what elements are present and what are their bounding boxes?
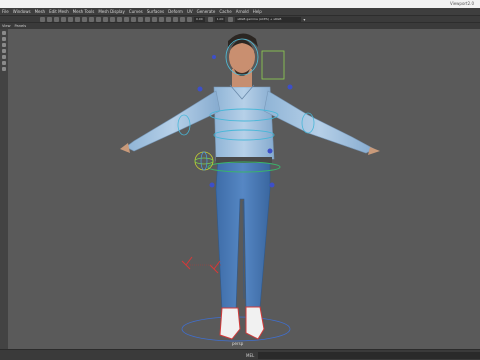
panel-menu-panels[interactable]: Panels [15, 24, 27, 28]
menu-mesh[interactable]: Mesh [35, 9, 46, 14]
elbow-r-control[interactable] [267, 148, 273, 154]
layout-icon[interactable] [2, 67, 6, 71]
scale-tool-icon[interactable] [2, 61, 6, 65]
color-management-icon[interactable] [228, 16, 234, 22]
menu-cache[interactable]: Cache [219, 9, 231, 14]
grid-icon[interactable] [68, 16, 73, 22]
tool-box [0, 29, 8, 349]
viewport-scene: persp [120, 33, 380, 346]
gimbal-control[interactable] [194, 151, 214, 171]
wireframe-icon[interactable] [110, 16, 115, 22]
right-ik-control[interactable] [209, 260, 221, 274]
menu-surfaces[interactable]: Surfaces [147, 9, 164, 14]
menu-windows[interactable]: Windows [13, 9, 31, 14]
dof-icon[interactable] [180, 16, 185, 22]
character-legs [215, 158, 271, 310]
shoulder-l-control[interactable] [197, 86, 203, 92]
shoulder-r-control[interactable] [287, 84, 293, 90]
lock-camera-icon[interactable] [47, 16, 52, 22]
bookmark-icon[interactable] [54, 16, 59, 22]
ground-label: persp [232, 341, 244, 346]
menu-curves[interactable]: Curves [129, 9, 143, 14]
shadows-icon[interactable] [138, 16, 143, 22]
lasso-tool-icon[interactable] [2, 37, 6, 41]
character-head [228, 33, 258, 87]
menu-edit-mesh[interactable]: Edit Mesh [49, 9, 69, 14]
smooth-shade-icon[interactable] [117, 16, 122, 22]
image-plane-icon[interactable] [61, 16, 66, 22]
command-language-label[interactable]: MEL [246, 353, 254, 358]
menu-uv[interactable]: UV [187, 9, 193, 14]
view-transform-select[interactable]: sRGB gamma (ACES) + sRGB [235, 16, 302, 22]
title-right-text: Viewport2.0 [449, 1, 474, 6]
film-gate-icon[interactable] [75, 16, 80, 22]
character-shoes [219, 306, 265, 340]
neck-control[interactable] [212, 55, 216, 59]
isolate-select-icon[interactable] [159, 16, 164, 22]
title-bar: Viewport2.0 [0, 0, 480, 8]
hip-r-control[interactable] [269, 182, 275, 188]
help-line: MEL [0, 349, 480, 360]
select-camera-icon[interactable] [40, 16, 45, 22]
menu-mesh-tools[interactable]: Mesh Tools [73, 9, 95, 14]
paint-select-icon[interactable] [2, 43, 6, 47]
panel-menu-view[interactable]: View [2, 24, 11, 28]
gate-mask-icon[interactable] [89, 16, 94, 22]
safe-action-icon[interactable] [103, 16, 108, 22]
ambient-occlusion-icon[interactable] [166, 16, 171, 22]
xray-icon[interactable] [145, 16, 150, 22]
resolution-gate-icon[interactable] [82, 16, 87, 22]
3d-viewport[interactable]: persp [8, 29, 480, 349]
hip-l-control[interactable] [209, 182, 215, 188]
anti-alias-icon[interactable] [173, 16, 178, 22]
textured-icon[interactable] [124, 16, 129, 22]
left-ik-control[interactable] [181, 256, 193, 270]
chevron-down-icon[interactable]: ▾ [303, 17, 305, 22]
viewport-toolbar: 0.00 1.00 sRGB gamma (ACES) + sRGB ▾ [0, 15, 480, 23]
menu-help[interactable]: Help [253, 9, 262, 14]
field-chart-icon[interactable] [96, 16, 101, 22]
select-tool-icon[interactable] [2, 31, 6, 35]
gamma-icon[interactable] [207, 16, 213, 22]
rotate-tool-icon[interactable] [2, 55, 6, 59]
move-tool-icon[interactable] [2, 49, 6, 53]
gamma-field[interactable]: 1.00 [214, 16, 226, 22]
character-torso [120, 84, 380, 163]
exposure-icon[interactable] [187, 16, 192, 22]
xray-joints-icon[interactable] [152, 16, 157, 22]
exposure-field[interactable]: 0.00 [194, 16, 205, 22]
menu-deform[interactable]: Deform [168, 9, 183, 14]
menu-generate[interactable]: Generate [197, 9, 216, 14]
facial-control-panel[interactable] [261, 50, 285, 80]
command-line-input[interactable] [258, 352, 480, 359]
menu-arnold[interactable]: Arnold [236, 9, 249, 14]
menu-file[interactable]: File [2, 9, 9, 14]
menu-mesh-display[interactable]: Mesh Display [98, 9, 125, 14]
lights-icon[interactable] [131, 16, 136, 22]
main-menu-bar: File Windows Mesh Edit Mesh Mesh Tools M… [0, 8, 480, 15]
